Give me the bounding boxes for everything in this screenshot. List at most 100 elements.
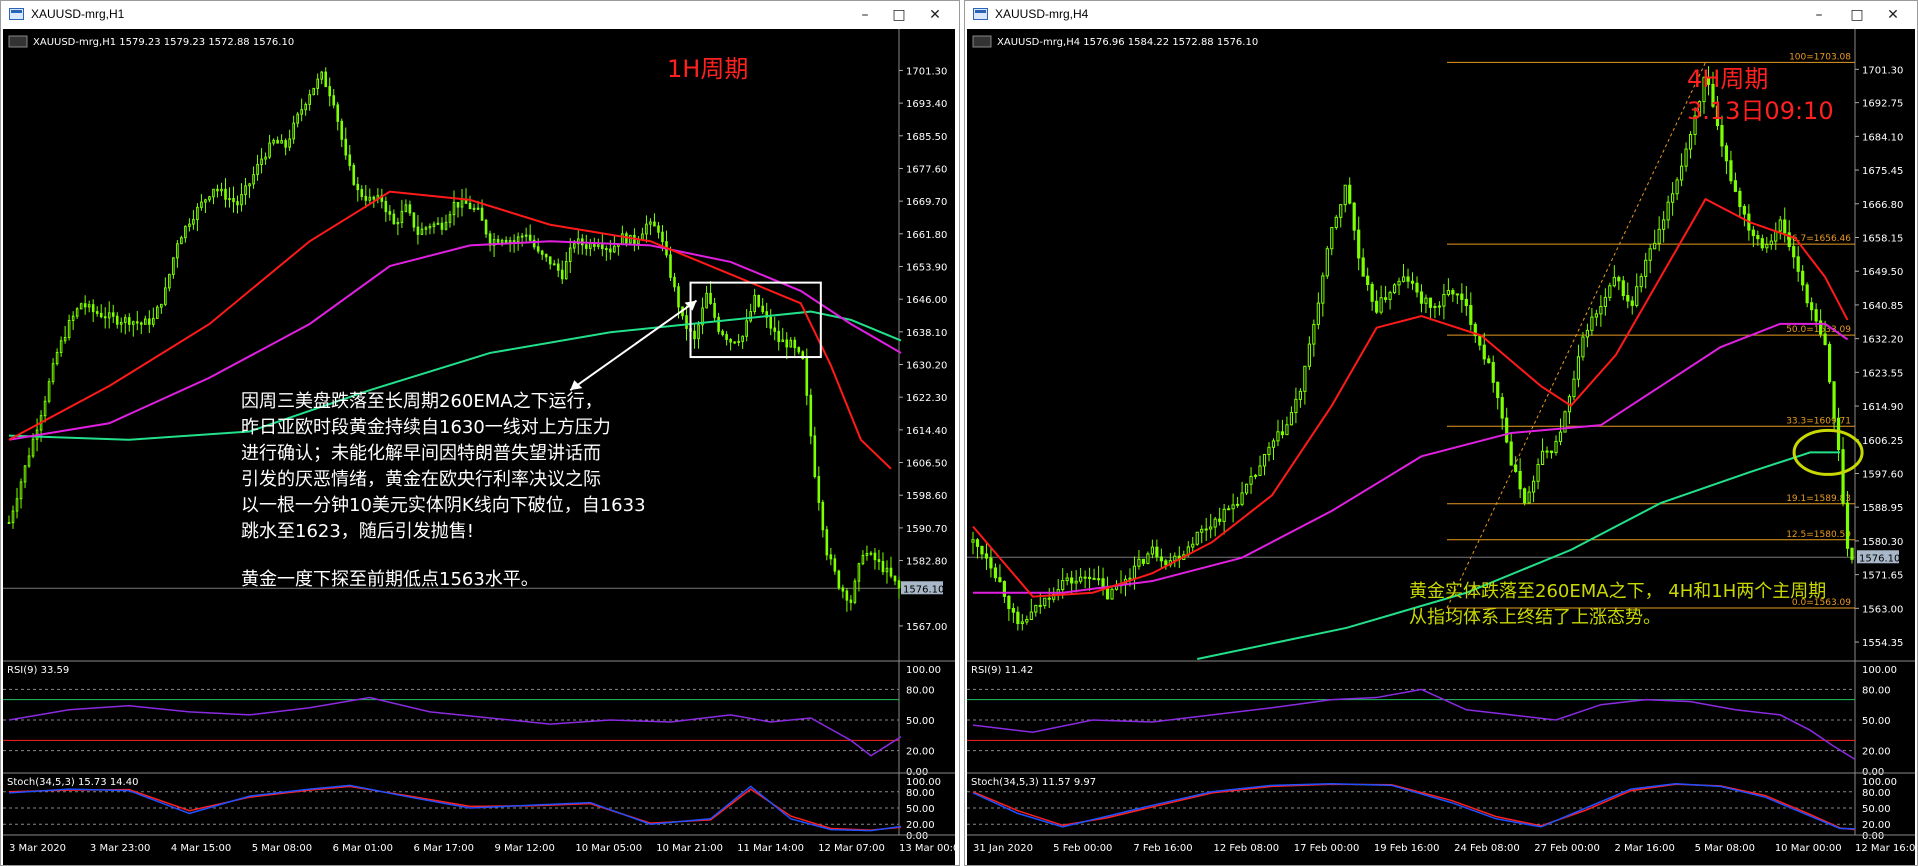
candle-body bbox=[500, 239, 504, 243]
candle-body bbox=[300, 109, 303, 115]
fib-level-label: 33.3=1609.71 bbox=[1786, 416, 1851, 426]
x-tick-label: 5 Mar 08:00 bbox=[1695, 843, 1755, 854]
indicator-tick-label: 20.00 bbox=[1862, 820, 1891, 831]
candle-body bbox=[1671, 193, 1675, 203]
candle-body bbox=[877, 559, 881, 562]
candle-body bbox=[1392, 284, 1397, 294]
x-tick-label: 19 Feb 16:00 bbox=[1374, 843, 1440, 854]
candle-body bbox=[71, 315, 75, 321]
left-window-title: XAUUSD-mrg,H1 bbox=[31, 7, 125, 21]
candle-body bbox=[87, 304, 91, 308]
candle-body bbox=[364, 195, 368, 201]
candle-body bbox=[1478, 335, 1482, 346]
candle-body bbox=[1666, 201, 1670, 221]
candle-body bbox=[324, 71, 328, 88]
candle-body bbox=[1783, 219, 1787, 234]
indicator-tick-label: 80.00 bbox=[1862, 685, 1891, 696]
candle-body bbox=[1684, 148, 1688, 167]
y-tick-label: 1693.40 bbox=[906, 99, 947, 110]
candle-body bbox=[1330, 227, 1334, 250]
maximize-icon[interactable]: □ bbox=[1843, 5, 1871, 25]
candle-body bbox=[316, 78, 319, 89]
symbol-flag-icon bbox=[972, 35, 992, 48]
x-tick-label: 12 Mar 16:00 bbox=[1855, 843, 1915, 854]
candle-body bbox=[47, 381, 51, 402]
candle-body bbox=[556, 263, 560, 271]
left-titlebar[interactable]: XAUUSD-mrg,H1 – □ ✕ bbox=[1, 1, 959, 29]
candle-body bbox=[107, 312, 111, 319]
candle-body bbox=[609, 248, 612, 253]
y-tick-label: 1582.80 bbox=[906, 557, 947, 568]
candle-body bbox=[1285, 424, 1289, 436]
candle-body bbox=[1451, 290, 1455, 295]
candle-body bbox=[484, 219, 488, 235]
y-tick-label: 1563.00 bbox=[1862, 604, 1903, 615]
y-tick-label: 1571.65 bbox=[1862, 571, 1903, 582]
candle-body bbox=[1415, 282, 1419, 293]
minimize-icon[interactable]: – bbox=[1805, 5, 1833, 25]
y-tick-label: 1606.50 bbox=[906, 459, 947, 470]
candle-body bbox=[416, 226, 420, 235]
candle-body bbox=[15, 498, 19, 512]
candle-body bbox=[1222, 508, 1226, 522]
candle-body bbox=[304, 103, 307, 111]
y-tick-label: 1598.60 bbox=[906, 491, 947, 502]
candle-body bbox=[1401, 276, 1406, 282]
candle-body bbox=[404, 204, 408, 212]
candle-body bbox=[156, 306, 159, 319]
indicator-tick-label: 100.00 bbox=[906, 777, 941, 788]
candle-body bbox=[1132, 565, 1137, 579]
candle-body bbox=[1155, 546, 1159, 558]
left-chart-area[interactable]: XAUUSD-mrg,H1 1579.23 1579.23 1572.88 15… bbox=[3, 29, 955, 865]
right-chart-area[interactable]: XAUUSD-mrg,H4 1576.96 1584.22 1572.88 15… bbox=[967, 29, 1915, 865]
minimize-icon[interactable]: – bbox=[851, 5, 879, 25]
candle-body bbox=[1814, 309, 1818, 322]
right-chart-svg[interactable]: XAUUSD-mrg,H4 1576.96 1584.22 1572.88 15… bbox=[967, 29, 1915, 865]
candle-body bbox=[1518, 470, 1522, 490]
candle-body bbox=[19, 481, 23, 500]
candle-body bbox=[1061, 580, 1065, 591]
close-icon[interactable]: ✕ bbox=[921, 5, 949, 25]
candle-body bbox=[196, 206, 199, 221]
maximize-icon[interactable]: □ bbox=[885, 5, 913, 25]
candle-body bbox=[568, 247, 572, 262]
candle-body bbox=[1765, 244, 1769, 249]
candle-body bbox=[1276, 431, 1280, 442]
x-tick-label: 6 Mar 01:00 bbox=[333, 843, 393, 854]
candle-body bbox=[320, 71, 324, 80]
candle-body bbox=[27, 455, 31, 467]
candle-body bbox=[1375, 300, 1379, 313]
left-annotation-line: 因周三美盘跌落至长周期260EMA之下运行， bbox=[241, 391, 603, 412]
candle-body bbox=[1769, 240, 1773, 246]
candle-body bbox=[821, 501, 825, 531]
candle-body bbox=[857, 563, 861, 582]
candle-body bbox=[837, 570, 841, 589]
candle-body bbox=[564, 260, 568, 280]
candle-body bbox=[452, 201, 456, 216]
candle-body bbox=[1141, 558, 1146, 564]
candle-body bbox=[729, 338, 732, 343]
candle-body bbox=[1074, 580, 1078, 584]
candle-body bbox=[176, 243, 179, 259]
candle-body bbox=[224, 188, 227, 200]
indicator-tick-label: 20.00 bbox=[1862, 747, 1891, 758]
candle-body bbox=[841, 587, 845, 592]
candle-body bbox=[881, 560, 885, 573]
x-tick-label: 17 Feb 00:00 bbox=[1294, 843, 1360, 854]
candle-body bbox=[1244, 483, 1249, 494]
candle-body bbox=[1554, 440, 1558, 454]
close-icon[interactable]: ✕ bbox=[1879, 5, 1907, 25]
left-period-label: 1H周期 bbox=[667, 55, 749, 83]
candle-body bbox=[1128, 577, 1132, 580]
candle-body bbox=[1469, 305, 1473, 325]
left-chart-window: XAUUSD-mrg,H1 – □ ✕ XAUUSD-mrg,H1 1579.2… bbox=[0, 0, 960, 866]
candle-body bbox=[1262, 454, 1267, 467]
candle-body bbox=[468, 202, 472, 210]
candle-body bbox=[805, 357, 809, 396]
candle-body bbox=[1442, 293, 1446, 307]
right-titlebar[interactable]: XAUUSD-mrg,H4 – □ ✕ bbox=[965, 1, 1917, 29]
indicator-tick-label: 50.00 bbox=[1862, 804, 1891, 815]
y-tick-label: 1590.70 bbox=[906, 524, 947, 535]
candle-body bbox=[276, 139, 279, 144]
candle-body bbox=[889, 567, 893, 577]
